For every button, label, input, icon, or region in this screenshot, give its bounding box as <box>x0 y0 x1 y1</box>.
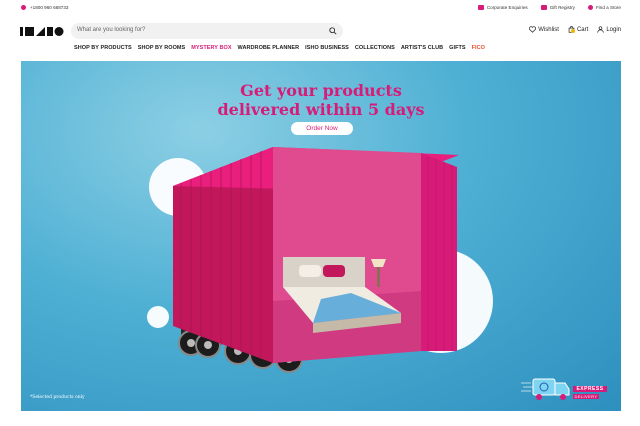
cart-button[interactable]: Cart <box>568 26 588 33</box>
express-label: EXPRESS <box>573 386 607 392</box>
gift-icon <box>540 5 547 10</box>
cart-badge <box>570 29 575 33</box>
main-nav: SHOP BY PRODUCTS SHOP BY ROOMS MYSTERY B… <box>74 45 485 51</box>
corporate-enquiries-link[interactable]: Corporate Enquiries <box>477 5 528 10</box>
nav-item-gifts[interactable]: GIFTS <box>449 45 465 51</box>
search-box[interactable]: What are you looking for? <box>71 23 343 39</box>
location-pin-icon <box>587 5 593 10</box>
decor-circle-small <box>147 306 169 328</box>
nav-item-collections[interactable]: COLLECTIONS <box>355 45 395 51</box>
nav-item-shop-by-products[interactable]: SHOP BY PRODUCTS <box>74 45 132 51</box>
phone-contact[interactable]: +1800 960 688733 <box>21 5 68 10</box>
delivery-truck-icon <box>521 378 570 400</box>
user-icon <box>597 26 604 33</box>
utility-links: Corporate Enquiries Gift Registry Find a… <box>477 5 621 10</box>
nav-item-fico[interactable]: FICO <box>472 45 485 51</box>
header-actions: Wishlist Cart Login <box>529 26 621 33</box>
utility-bar: +1800 960 688733 Corporate Enquiries Gif… <box>0 0 640 20</box>
search-input[interactable]: What are you looking for? <box>77 27 145 33</box>
hero-banner[interactable]: Get your products delivered within 5 day… <box>21 61 621 411</box>
find-store-link[interactable]: Find a Store <box>587 5 621 10</box>
phone-icon <box>21 5 26 10</box>
login-button[interactable]: Login <box>597 26 621 33</box>
nav-item-wardrobe-planner[interactable]: WARDROBE PLANNER <box>238 45 300 51</box>
site-header: What are you looking for? Wishlist Cart … <box>0 20 640 42</box>
order-now-button[interactable]: Order Now <box>291 122 353 135</box>
wishlist-button[interactable]: Wishlist <box>529 26 559 33</box>
search-icon[interactable] <box>329 27 337 35</box>
briefcase-icon <box>477 5 484 10</box>
gift-registry-link[interactable]: Gift Registry <box>540 5 575 10</box>
phone-number: +1800 960 688733 <box>30 5 69 10</box>
express-delivery-badge: EXPRESS DELIVERY <box>521 375 611 403</box>
banner-footnote: *Selected products only <box>30 395 85 400</box>
nav-item-isho-business[interactable]: ISHO BUSINESS <box>305 45 349 51</box>
nav-item-mystery-box[interactable]: MYSTERY BOX <box>191 45 231 51</box>
brand-logo[interactable] <box>20 26 64 37</box>
heart-icon <box>529 26 537 33</box>
delivery-label: DELIVERY <box>573 394 599 399</box>
nav-item-artists-club[interactable]: ARTIST'S CLUB <box>401 45 443 51</box>
nav-item-shop-by-rooms[interactable]: SHOP BY ROOMS <box>138 45 186 51</box>
banner-headline: Get your products delivered within 5 day… <box>217 81 425 119</box>
